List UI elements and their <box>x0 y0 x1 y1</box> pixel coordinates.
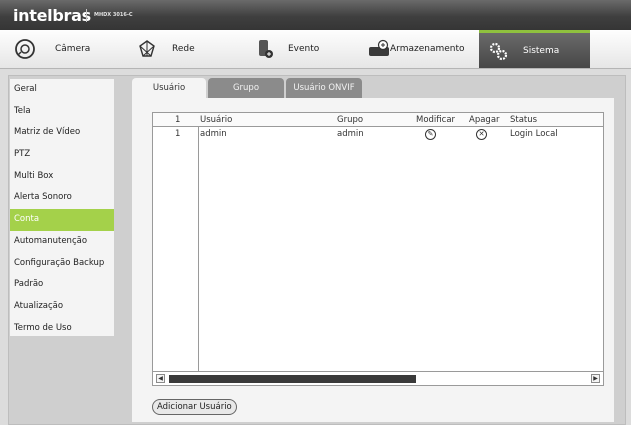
table-column-divider <box>198 127 199 371</box>
gear-icon <box>487 40 509 62</box>
header-group: Grupo <box>337 115 364 125</box>
top-nav: Câmera Rede Evento Armazenamento Sistema <box>0 30 631 69</box>
edit-icon[interactable]: ✎ <box>425 129 436 140</box>
camera-icon <box>14 38 36 60</box>
header-delete: Apagar <box>469 115 500 125</box>
table-header: 1 Usuário Grupo Modificar Apagar Status <box>153 113 603 127</box>
nav-event[interactable]: Evento <box>254 30 349 68</box>
network-icon <box>136 38 158 60</box>
row-user: admin <box>200 129 227 139</box>
scroll-left-icon[interactable]: ◀ <box>156 374 165 383</box>
device-model: MHDX 3016-C <box>94 12 133 18</box>
sidebar-item-tela[interactable]: Tela <box>10 101 114 123</box>
delete-icon[interactable]: ✕ <box>476 129 487 140</box>
nav-camera-label: Câmera <box>55 44 91 54</box>
event-icon <box>254 38 276 60</box>
sidebar-item-geral[interactable]: Geral <box>10 79 114 101</box>
sidebar-item-alerta-sonoro[interactable]: Alerta Sonoro <box>10 187 114 209</box>
scrollbar-thumb[interactable] <box>169 375 416 383</box>
brand-divider <box>86 9 87 22</box>
nav-event-label: Evento <box>288 44 320 54</box>
sidebar: Geral Tela Matriz de Vídeo PTZ Multi Box… <box>9 78 115 337</box>
add-user-button[interactable]: Adicionar Usuário <box>152 399 237 415</box>
nav-system-label: Sistema <box>523 45 560 56</box>
header-status: Status <box>510 115 538 125</box>
row-index: 1 <box>175 129 181 139</box>
sidebar-item-multi-box[interactable]: Multi Box <box>10 166 114 188</box>
header-user: Usuário <box>200 115 233 125</box>
sidebar-item-conta[interactable]: Conta <box>10 209 114 231</box>
sidebar-item-ptz[interactable]: PTZ <box>10 144 114 166</box>
sidebar-item-atualizacao[interactable]: Atualização <box>10 296 114 318</box>
row-group: admin <box>337 129 364 139</box>
nav-camera[interactable]: Câmera <box>14 30 124 68</box>
storage-icon <box>368 38 390 60</box>
tab-usuario[interactable]: Usuário <box>132 78 206 98</box>
title-bar: intelbras MHDX 3016-C <box>0 0 631 30</box>
sidebar-item-matriz-de-video[interactable]: Matriz de Vídeo <box>10 122 114 144</box>
brand-logo: intelbras <box>13 6 91 25</box>
header-modify: Modificar <box>416 115 456 125</box>
sidebar-item-padrao[interactable]: Padrão <box>10 274 114 296</box>
header-index: 1 <box>175 115 181 125</box>
nav-network[interactable]: Rede <box>136 30 236 68</box>
nav-system[interactable]: Sistema <box>479 30 590 68</box>
scroll-right-icon[interactable]: ▶ <box>591 374 600 383</box>
horizontal-scrollbar[interactable]: ◀ ▶ <box>153 371 603 385</box>
row-status: Login Local <box>510 129 558 139</box>
tab-usuario-onvif[interactable]: Usuário ONVIF <box>286 78 362 98</box>
users-table: 1 Usuário Grupo Modificar Apagar Status … <box>152 112 604 386</box>
nav-storage[interactable]: Armazenamento <box>368 30 468 68</box>
tab-grupo[interactable]: Grupo <box>208 78 284 98</box>
nav-storage-label: Armazenamento <box>390 44 465 54</box>
sidebar-item-configuracao-backup[interactable]: Configuração Backup <box>10 253 114 275</box>
sidebar-item-termo-de-uso[interactable]: Termo de Uso <box>10 318 114 340</box>
sidebar-item-automanutencao[interactable]: Automanutenção <box>10 231 114 253</box>
nav-network-label: Rede <box>172 44 195 54</box>
